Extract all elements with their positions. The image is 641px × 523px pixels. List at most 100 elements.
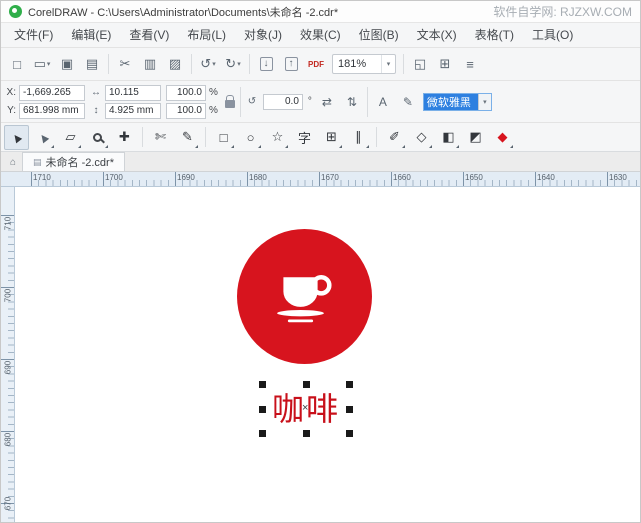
shape-tool-button[interactable]: ▲ bbox=[31, 125, 56, 150]
propbar-separator bbox=[366, 86, 368, 117]
lock-ratio-icon[interactable] bbox=[224, 95, 235, 108]
ruler-tick-label: 1690 bbox=[177, 173, 195, 182]
y-label: Y: bbox=[7, 105, 16, 116]
fullscreen-preview-button[interactable]: ◱ bbox=[408, 52, 432, 76]
menu-effects[interactable]: 效果(C) bbox=[291, 23, 350, 47]
interactive-fill-tool-button[interactable]: ◧ bbox=[436, 125, 461, 150]
toolbar-separator bbox=[403, 54, 404, 74]
mirror-vertical-button[interactable]: ⇅ bbox=[342, 92, 362, 112]
selected-text-object[interactable]: 咖啡 × bbox=[259, 381, 353, 437]
percent-label: % bbox=[209, 87, 218, 98]
menu-view[interactable]: 查看(V) bbox=[120, 23, 178, 47]
menu-text[interactable]: 文本(X) bbox=[408, 23, 466, 47]
menu-layout[interactable]: 布局(L) bbox=[178, 23, 235, 47]
document-tab-bar: ⌂ ▤ 未命名 -2.cdr* bbox=[1, 152, 640, 172]
document-tab[interactable]: ▤ 未命名 -2.cdr* bbox=[22, 152, 125, 171]
zoom-level-select[interactable]: 181% ▾ bbox=[332, 54, 396, 74]
rotation-angle-input[interactable]: 0.0 bbox=[262, 93, 303, 110]
selection-handle[interactable] bbox=[302, 430, 310, 437]
chevron-down-icon[interactable]: ▾ bbox=[381, 55, 395, 73]
edit-text-button[interactable]: ✎ bbox=[398, 92, 418, 112]
text-tool-button[interactable]: 字 bbox=[292, 125, 317, 150]
character-formatting-button[interactable]: A bbox=[373, 92, 393, 112]
eyedropper-icon: ✐ bbox=[389, 129, 400, 144]
menu-table[interactable]: 表格(T) bbox=[466, 23, 523, 47]
show-grid-button[interactable]: ⊞ bbox=[433, 52, 457, 76]
knife-tool-button[interactable]: ✄ bbox=[148, 125, 173, 150]
object-width-input[interactable]: 10.115 mm bbox=[105, 84, 161, 112]
logo-circle[interactable] bbox=[237, 229, 372, 364]
undo-icon: ↺ bbox=[200, 56, 212, 71]
copy-button[interactable]: ▥ bbox=[138, 52, 162, 76]
ruler-tick-label: 1700 bbox=[105, 173, 123, 182]
outline-pen-tool-button[interactable]: ◇ bbox=[409, 125, 434, 150]
drawing-canvas[interactable]: 咖啡 × bbox=[15, 187, 640, 522]
pick-tool-button[interactable]: ▲ bbox=[4, 124, 29, 150]
parallel-line-tool-button[interactable]: ∥ bbox=[346, 125, 371, 150]
selection-handle[interactable] bbox=[259, 430, 266, 437]
character-formatting-icon: A bbox=[378, 94, 387, 109]
export-button[interactable]: ↑ bbox=[279, 52, 303, 76]
cut-button[interactable]: ✂ bbox=[113, 52, 137, 76]
y-position-input[interactable]: 681.998 mm bbox=[19, 102, 85, 119]
grid-icon: ⊞ bbox=[439, 56, 451, 71]
open-button[interactable]: ▭ ▾ bbox=[30, 52, 54, 76]
coreldraw-logo-icon bbox=[9, 5, 22, 18]
smart-fill-tool-button[interactable]: ◩ bbox=[463, 125, 488, 150]
object-height-input[interactable]: 4.925 mm bbox=[105, 102, 161, 119]
menu-tools[interactable]: 工具(O) bbox=[523, 23, 582, 47]
pdf-icon: PDF bbox=[308, 59, 324, 69]
paste-button[interactable]: ▨ bbox=[163, 52, 187, 76]
new-document-icon: □ bbox=[13, 56, 21, 72]
polygon-tool-button[interactable]: ☆ bbox=[265, 125, 290, 150]
menu-edit[interactable]: 编辑(E) bbox=[62, 23, 120, 47]
ellipse-tool-button[interactable]: ○ bbox=[238, 125, 263, 150]
x-position-input[interactable]: -1,669.265 mm bbox=[19, 84, 85, 112]
selection-handle[interactable] bbox=[346, 381, 353, 388]
eyedropper-tool-button[interactable]: ✐ bbox=[382, 125, 407, 150]
selection-handle[interactable] bbox=[259, 405, 266, 413]
ruler-tick-label: 1650 bbox=[465, 173, 483, 182]
import-button[interactable]: ↓ bbox=[254, 52, 278, 76]
save-button[interactable]: ▣ bbox=[55, 52, 79, 76]
fill-color-tool-button[interactable]: ◆ bbox=[490, 125, 515, 150]
vertical-ruler[interactable]: 710 700 690 680 670 bbox=[1, 187, 15, 522]
export-arrow-icon: ↑ bbox=[284, 57, 298, 71]
redo-button[interactable]: ↻ ▾ bbox=[221, 52, 245, 76]
new-document-button[interactable]: □ bbox=[5, 52, 29, 76]
horizontal-ruler[interactable]: 1710 1700 1690 1680 1670 1660 1650 1640 … bbox=[1, 172, 640, 187]
options-button[interactable]: ≡ bbox=[458, 52, 482, 76]
pan-tool-button[interactable]: ✚ bbox=[112, 125, 137, 150]
chevron-down-icon[interactable]: ▾ bbox=[477, 93, 491, 110]
coffee-cup-icon bbox=[276, 274, 332, 322]
selection-handle[interactable] bbox=[259, 381, 266, 388]
undo-button[interactable]: ↺ ▾ bbox=[196, 52, 220, 76]
selection-handle[interactable] bbox=[346, 405, 353, 413]
home-icon[interactable]: ⌂ bbox=[4, 153, 22, 171]
print-button[interactable]: ▤ bbox=[80, 52, 104, 76]
print-icon: ▤ bbox=[85, 56, 99, 71]
mirror-horizontal-button[interactable]: ⇄ bbox=[317, 92, 337, 112]
ruler-tick-label: 710 bbox=[3, 216, 13, 231]
table-tool-button[interactable]: ⊞ bbox=[319, 125, 344, 150]
polygon-icon: ☆ bbox=[271, 129, 284, 144]
workspace: 710 700 690 680 670 咖啡 × bbox=[1, 187, 640, 522]
menu-bitmaps[interactable]: 位图(B) bbox=[350, 23, 408, 47]
outline-pen-icon: ◇ bbox=[416, 129, 427, 144]
crop-tool-button[interactable]: ▱ bbox=[58, 125, 83, 150]
publish-pdf-button[interactable]: PDF bbox=[304, 52, 328, 76]
rectangle-tool-button[interactable]: □ bbox=[211, 125, 236, 150]
freehand-tool-button[interactable]: ✎ bbox=[175, 125, 200, 150]
smart-fill-icon: ◩ bbox=[469, 129, 482, 144]
scale-y-input[interactable]: 100.0 bbox=[166, 102, 206, 119]
menu-file[interactable]: 文件(F) bbox=[5, 23, 62, 47]
menu-object[interactable]: 对象(J) bbox=[235, 23, 291, 47]
ruler-tick-label: 680 bbox=[3, 432, 13, 447]
font-list-select[interactable]: 微软雅黑 ▾ bbox=[422, 92, 492, 111]
selection-handle[interactable] bbox=[346, 430, 353, 437]
ruler-tick-label: 1630 bbox=[609, 173, 627, 182]
zoom-level-value: 181% bbox=[338, 58, 367, 70]
selection-handle[interactable] bbox=[302, 381, 310, 388]
scale-x-input[interactable]: 100.0 bbox=[166, 84, 206, 101]
zoom-tool-button[interactable] bbox=[85, 125, 110, 150]
